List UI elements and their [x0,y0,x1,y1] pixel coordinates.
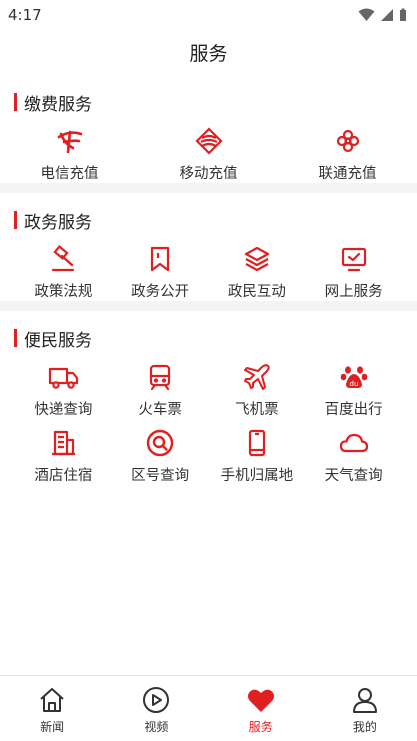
service-label: 政策法规 [34,284,93,300]
service-label: 移动充值 [179,166,238,182]
service-grid: 快递查询 火车票 飞机票 du 百度出行 酒店住宿 区号查询 手机归属地 天气查… [0,351,417,485]
svg-text:du: du [349,380,358,388]
heart-icon [246,685,276,715]
service-label: 火车票 [138,402,182,418]
section-accent-bar [14,211,17,229]
status-time: 4:17 [8,6,42,24]
section-divider [0,183,417,193]
section-accent-bar [14,93,17,111]
service-label: 天气查询 [324,468,383,484]
airplane-icon [240,361,274,393]
page-title: 服务 [189,43,228,65]
service-label: 电信充值 [40,166,99,182]
service-label: 政民互动 [227,284,286,300]
service-area-code[interactable]: 区号查询 [112,419,209,485]
china-mobile-icon [192,125,226,157]
section-header: 便民服务 [0,325,417,351]
service-government-open[interactable]: 政务公开 [112,235,209,301]
service-label: 手机归属地 [220,468,294,484]
header: 服务 [0,30,417,75]
section-divider [0,301,417,311]
service-label: 百度出行 [324,402,383,418]
service-mobile-recharge[interactable]: 移动充值 [139,117,278,183]
section-title: 便民服务 [24,330,92,351]
service-label: 网上服务 [324,284,383,300]
cloud-icon [337,427,371,459]
service-phone-location[interactable]: 手机归属地 [209,419,306,485]
baidu-paw-icon: du [337,361,371,393]
tab-news[interactable]: 新闻 [0,676,104,741]
service-baidu-travel[interactable]: du 百度出行 [305,353,402,419]
service-grid: 电信充值 移动充值 联通充值 [0,115,417,183]
tab-label: 服务 [248,720,273,734]
section-header: 政务服务 [0,207,417,233]
service-label: 飞机票 [235,402,279,418]
user-icon [350,685,380,715]
service-grid: 政策法规 政务公开 政民互动 网上服务 [0,233,417,301]
service-express-tracking[interactable]: 快递查询 [15,353,112,419]
tab-video[interactable]: 视频 [104,676,208,741]
status-bar: 4:17 [0,0,417,30]
phone-icon [240,427,274,459]
service-flight-ticket[interactable]: 飞机票 [209,353,306,419]
play-circle-icon [141,685,171,715]
service-train-ticket[interactable]: 火车票 [112,353,209,419]
building-icon [46,427,80,459]
service-unicom-recharge[interactable]: 联通充值 [278,117,417,183]
search-circle-icon [143,427,177,459]
service-label: 联通充值 [318,166,377,182]
service-label: 区号查询 [131,468,190,484]
home-icon [37,685,67,715]
truck-icon [46,361,80,393]
tab-label: 新闻 [40,720,65,734]
china-unicom-icon [331,125,365,157]
china-telecom-icon [53,125,87,157]
tab-services[interactable]: 服务 [209,676,313,741]
service-policy-regulations[interactable]: 政策法规 [15,235,112,301]
service-label: 政务公开 [131,284,190,300]
signal-icon [381,9,393,21]
section-accent-bar [14,329,17,347]
bottom-tab-bar: 新闻 视频 服务 我的 [0,675,417,741]
tab-label: 我的 [352,720,377,734]
gavel-icon [46,243,80,275]
tab-profile[interactable]: 我的 [313,676,417,741]
system-icons [358,8,407,22]
service-weather[interactable]: 天气查询 [305,419,402,485]
section-header: 缴费服务 [0,89,417,115]
monitor-check-icon [337,243,371,275]
service-label: 快递查询 [34,402,93,418]
service-online-services[interactable]: 网上服务 [305,235,402,301]
service-citizen-interaction[interactable]: 政民互动 [209,235,306,301]
section-government: 政务服务 政策法规 政务公开 政民互动 网上服务 [0,193,417,301]
train-icon [143,361,177,393]
section-title: 缴费服务 [24,94,92,115]
battery-icon [400,8,406,21]
bookmark-icon [143,243,177,275]
service-label: 酒店住宿 [34,468,93,484]
section-payment: 缴费服务 电信充值 移动充值 联通充值 [0,75,417,183]
wifi-icon [358,8,375,21]
service-telecom-recharge[interactable]: 电信充值 [0,117,139,183]
section-title: 政务服务 [24,212,92,233]
service-hotel[interactable]: 酒店住宿 [15,419,112,485]
layers-icon [240,243,274,275]
tab-label: 视频 [144,720,169,734]
section-convenience: 便民服务 快递查询 火车票 飞机票 du 百度出行 酒店住宿 区号查询 手机归属… [0,311,417,485]
